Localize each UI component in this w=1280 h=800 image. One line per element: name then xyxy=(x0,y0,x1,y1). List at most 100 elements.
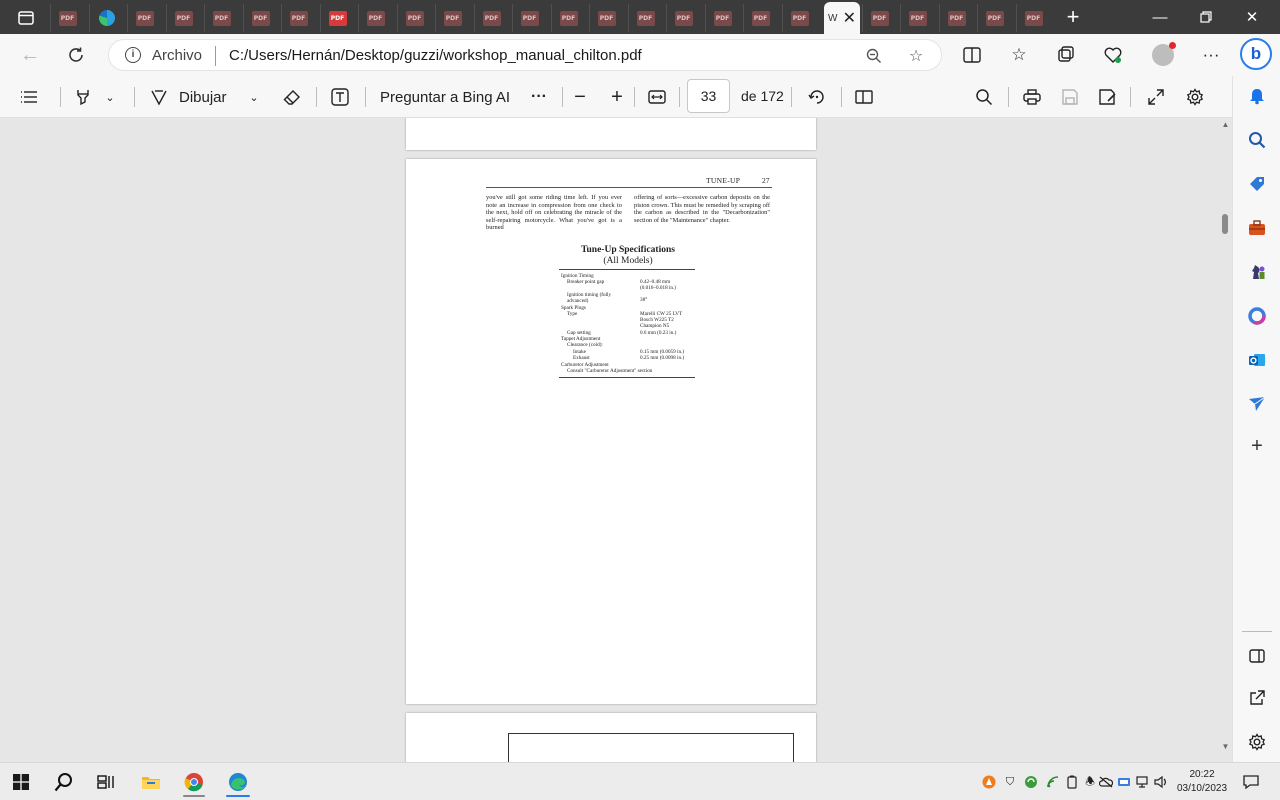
tab-pdf[interactable]: PDF xyxy=(127,4,161,32)
notifications-bell-icon[interactable] xyxy=(1245,84,1269,108)
close-window-button[interactable]: ✕ xyxy=(1229,0,1275,34)
tab-pdf[interactable]: PDF xyxy=(782,4,816,32)
file-explorer-icon[interactable] xyxy=(136,767,166,797)
send-arrow-icon[interactable] xyxy=(1245,392,1269,416)
tab-pdf[interactable]: PDF xyxy=(705,4,739,32)
tab-pdf[interactable]: PDF xyxy=(551,4,585,32)
edge-taskbar-icon[interactable] xyxy=(223,767,253,797)
usb-device-icon[interactable]: 🕭 xyxy=(1083,775,1097,789)
fullscreen-icon[interactable] xyxy=(1143,84,1169,110)
vertical-scrollbar[interactable]: ▲ ▼ xyxy=(1219,118,1232,762)
tab-pdf[interactable]: PDF xyxy=(939,4,973,32)
tab-actions-menu-icon[interactable] xyxy=(10,6,42,30)
notification-center-icon[interactable] xyxy=(1236,767,1266,797)
bing-copilot-icon[interactable]: b xyxy=(1240,38,1272,70)
start-windows-icon[interactable] xyxy=(6,767,36,797)
open-external-icon[interactable] xyxy=(1245,686,1269,710)
profile-avatar[interactable] xyxy=(1150,42,1176,68)
games-chess-icon[interactable] xyxy=(1245,260,1269,284)
page-number-input[interactable]: 33 xyxy=(687,79,730,113)
zoom-out-icon[interactable] xyxy=(863,45,885,67)
sidebar-settings-icon[interactable] xyxy=(1245,730,1269,754)
tab-edge[interactable] xyxy=(89,4,123,32)
avast-icon[interactable] xyxy=(982,775,996,789)
tab-pdf[interactable]: PDF xyxy=(358,4,392,32)
url-text[interactable]: C:/Users/Hernán/Desktop/guzzi/workshop_m… xyxy=(229,47,642,64)
table-of-contents-icon[interactable] xyxy=(16,84,42,110)
tab-pdf[interactable]: PDF xyxy=(1016,4,1050,32)
task-view-icon[interactable] xyxy=(91,767,121,797)
pdf-settings-gear-icon[interactable] xyxy=(1182,84,1208,110)
address-bar[interactable]: i Archivo C:/Users/Hernán/Desktop/guzzi/… xyxy=(108,39,942,71)
tab-pdf[interactable]: PDF xyxy=(666,4,700,32)
chrome-icon[interactable] xyxy=(179,767,209,797)
tab-pdf[interactable]: PDF xyxy=(900,4,934,32)
wifi-signal-icon[interactable] xyxy=(1046,775,1060,789)
scroll-down-arrow-icon[interactable]: ▼ xyxy=(1220,742,1231,752)
split-screen-icon[interactable] xyxy=(959,42,985,68)
settings-more-icon[interactable]: ··· xyxy=(1198,42,1224,68)
security-shield-icon[interactable]: ⛉ xyxy=(1003,775,1017,789)
add-sidebar-app-icon[interactable]: + xyxy=(1245,434,1269,458)
tab-pdf[interactable]: PDF xyxy=(281,4,315,32)
tab-pdf[interactable]: PDF xyxy=(977,4,1011,32)
restore-button[interactable] xyxy=(1183,0,1229,34)
scroll-up-arrow-icon[interactable]: ▲ xyxy=(1220,120,1231,130)
zoom-in-button[interactable]: + xyxy=(604,84,630,110)
system-clock[interactable]: 20:22 03/10/2023 xyxy=(1172,768,1232,796)
tab-pdf[interactable]: PDF xyxy=(166,4,200,32)
tab-pdf[interactable]: PDF xyxy=(243,4,277,32)
shopping-tag-icon[interactable] xyxy=(1245,172,1269,196)
tab-pdf[interactable]: PDF xyxy=(435,4,469,32)
draw-dropdown-chevron-icon[interactable]: ⌄ xyxy=(244,84,264,110)
rotate-icon[interactable] xyxy=(804,84,830,110)
new-tab-button[interactable]: + xyxy=(1060,4,1086,30)
ask-bing-ai-button[interactable]: Preguntar a Bing AI xyxy=(380,84,514,110)
bluetooth-sync-icon[interactable] xyxy=(1024,775,1038,789)
battery-icon[interactable] xyxy=(1065,775,1079,789)
tab-pdf[interactable]: PDF xyxy=(50,4,84,32)
save-icon[interactable] xyxy=(1057,84,1083,110)
favorite-star-icon[interactable]: ☆ xyxy=(905,45,927,67)
tools-briefcase-icon[interactable] xyxy=(1245,216,1269,240)
page-view-icon[interactable] xyxy=(851,84,877,110)
search-icon[interactable] xyxy=(1245,128,1269,152)
fit-to-width-icon[interactable] xyxy=(644,84,670,110)
more-options-icon[interactable]: ··· xyxy=(526,84,552,110)
tab-pdf[interactable]: PDF xyxy=(397,4,431,32)
collections-icon[interactable] xyxy=(1053,42,1079,68)
print-icon[interactable] xyxy=(1019,84,1045,110)
tab-pdf[interactable]: PDF xyxy=(743,4,777,32)
browser-essentials-icon[interactable] xyxy=(1100,42,1126,68)
tab-pdf[interactable]: PDF xyxy=(320,4,354,32)
add-text-icon[interactable] xyxy=(327,84,353,110)
keyboard-layout-icon[interactable] xyxy=(1117,775,1131,789)
tab-pdf[interactable]: PDF xyxy=(862,4,896,32)
tab-pdf[interactable]: PDF xyxy=(474,4,508,32)
volume-speaker-icon[interactable] xyxy=(1154,775,1168,789)
minimize-button[interactable]: — xyxy=(1137,0,1183,34)
find-icon[interactable] xyxy=(971,84,997,110)
save-as-icon[interactable] xyxy=(1095,84,1121,110)
outlook-icon[interactable] xyxy=(1245,348,1269,372)
zoom-out-button[interactable]: − xyxy=(567,84,593,110)
close-tab-icon[interactable]: ✕ xyxy=(843,8,856,28)
network-icon[interactable] xyxy=(1136,775,1150,789)
taskbar-search-icon[interactable] xyxy=(49,767,79,797)
pdf-viewer[interactable]: TUNE-UP 27 you've still got some riding … xyxy=(0,118,1232,762)
microsoft-365-icon[interactable] xyxy=(1245,304,1269,328)
highlight-dropdown-chevron-icon[interactable]: ⌄ xyxy=(100,84,120,110)
info-icon[interactable]: i xyxy=(125,47,141,63)
highlight-icon[interactable] xyxy=(70,84,96,110)
eraser-icon[interactable] xyxy=(279,84,305,110)
hide-sidebar-icon[interactable] xyxy=(1245,644,1269,668)
favorites-icon[interactable]: ☆ xyxy=(1006,42,1032,68)
tab-active[interactable]: W ✕ xyxy=(824,2,860,34)
tab-pdf[interactable]: PDF xyxy=(204,4,238,32)
tab-pdf[interactable]: PDF xyxy=(512,4,546,32)
back-button[interactable]: ← xyxy=(15,40,45,70)
tab-pdf[interactable]: PDF xyxy=(628,4,662,32)
refresh-button[interactable] xyxy=(61,40,91,70)
scrollbar-thumb[interactable] xyxy=(1222,214,1228,234)
tab-pdf[interactable]: PDF xyxy=(589,4,623,32)
